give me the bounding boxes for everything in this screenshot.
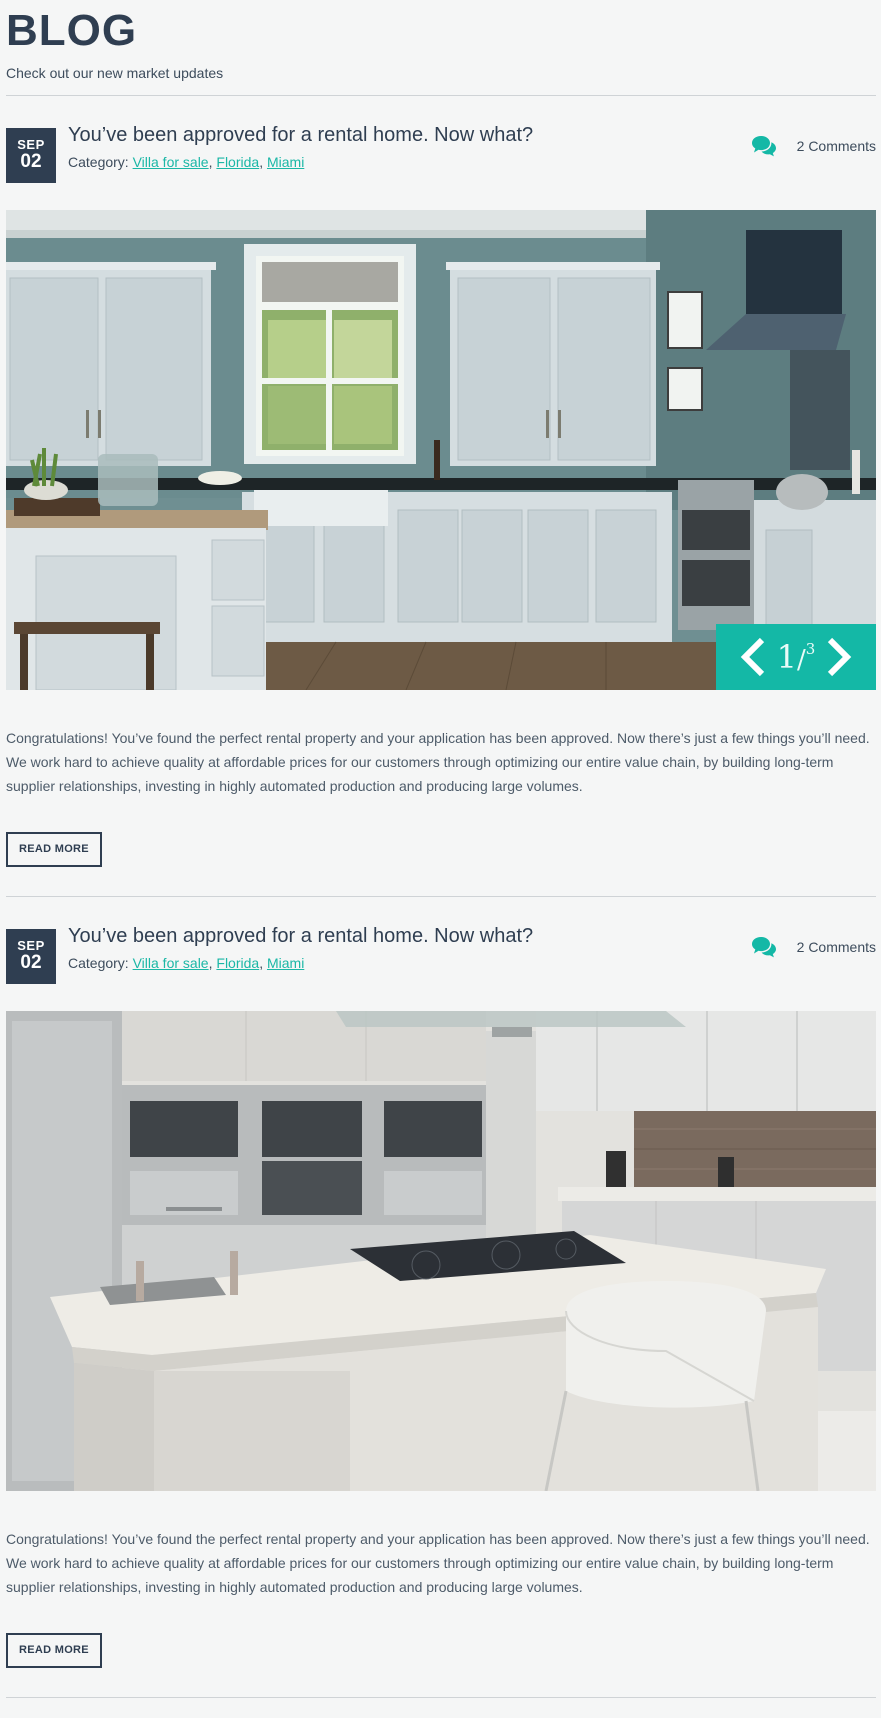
blog-post: SEP 02 You’ve been approved for a rental… — [6, 897, 876, 1698]
category-link-miami[interactable]: Miami — [267, 154, 304, 170]
date-day: 02 — [20, 151, 42, 172]
page-title: BLOG — [6, 6, 138, 55]
date-day: 02 — [20, 952, 42, 973]
slider-total: 3 — [805, 640, 816, 658]
post-image-kitchen-classic[interactable]: 1/3 — [6, 210, 876, 690]
read-more-button[interactable]: READ MORE — [6, 1633, 102, 1668]
image-slider-control: 1/3 — [716, 624, 876, 690]
post-header: SEP 02 You’ve been approved for a rental… — [6, 96, 876, 210]
comments-count: 2 Comments — [796, 138, 876, 154]
slider-next-button[interactable] — [821, 634, 857, 680]
comments-link[interactable]: 2 Comments — [751, 132, 876, 160]
chevron-right-icon — [828, 637, 852, 677]
post-title[interactable]: You’ve been approved for a rental home. … — [68, 124, 533, 147]
date-month: SEP — [17, 137, 45, 152]
post-image-kitchen-modern[interactable] — [6, 1011, 876, 1491]
category-link-villa[interactable]: Villa for sale — [133, 154, 209, 170]
comments-link[interactable]: 2 Comments — [751, 933, 876, 961]
kitchen-photo — [6, 210, 876, 690]
category-link-villa[interactable]: Villa for sale — [133, 955, 209, 971]
post-excerpt: Congratulations! You’ve found the perfec… — [6, 1531, 870, 1595]
slider-counter: 1/3 — [777, 638, 816, 676]
comments-icon — [751, 937, 776, 958]
slider-separator: / — [797, 645, 806, 675]
comments-icon — [751, 136, 776, 157]
blog-post: SEP 02 You’ve been approved for a rental… — [6, 96, 876, 897]
category-label: Category: — [68, 955, 129, 971]
comments-count: 2 Comments — [796, 939, 876, 955]
divider — [6, 1697, 876, 1698]
category-link-florida[interactable]: Florida — [216, 154, 259, 170]
page-subtitle: Check out our new market updates — [6, 65, 224, 81]
slider-current: 1 — [776, 638, 798, 676]
post-category: Category: Villa for sale, Florida, Miami — [68, 955, 305, 971]
category-label: Category: — [68, 154, 129, 170]
category-link-miami[interactable]: Miami — [267, 955, 304, 971]
kitchen-photo — [6, 1011, 876, 1491]
read-more-button[interactable]: READ MORE — [6, 832, 102, 867]
post-header: SEP 02 You’ve been approved for a rental… — [6, 897, 876, 1011]
slider-prev-button[interactable] — [735, 634, 771, 680]
category-link-florida[interactable]: Florida — [216, 955, 259, 971]
chevron-left-icon — [740, 637, 764, 677]
blog-page: BLOG Check out our new market updates SE… — [6, 0, 876, 1698]
date-month: SEP — [17, 938, 45, 953]
post-title[interactable]: You’ve been approved for a rental home. … — [68, 925, 533, 948]
post-category: Category: Villa for sale, Florida, Miami — [68, 154, 305, 170]
date-badge: SEP 02 — [6, 929, 56, 984]
date-badge: SEP 02 — [6, 128, 56, 183]
post-excerpt: Congratulations! You’ve found the perfec… — [6, 730, 870, 794]
